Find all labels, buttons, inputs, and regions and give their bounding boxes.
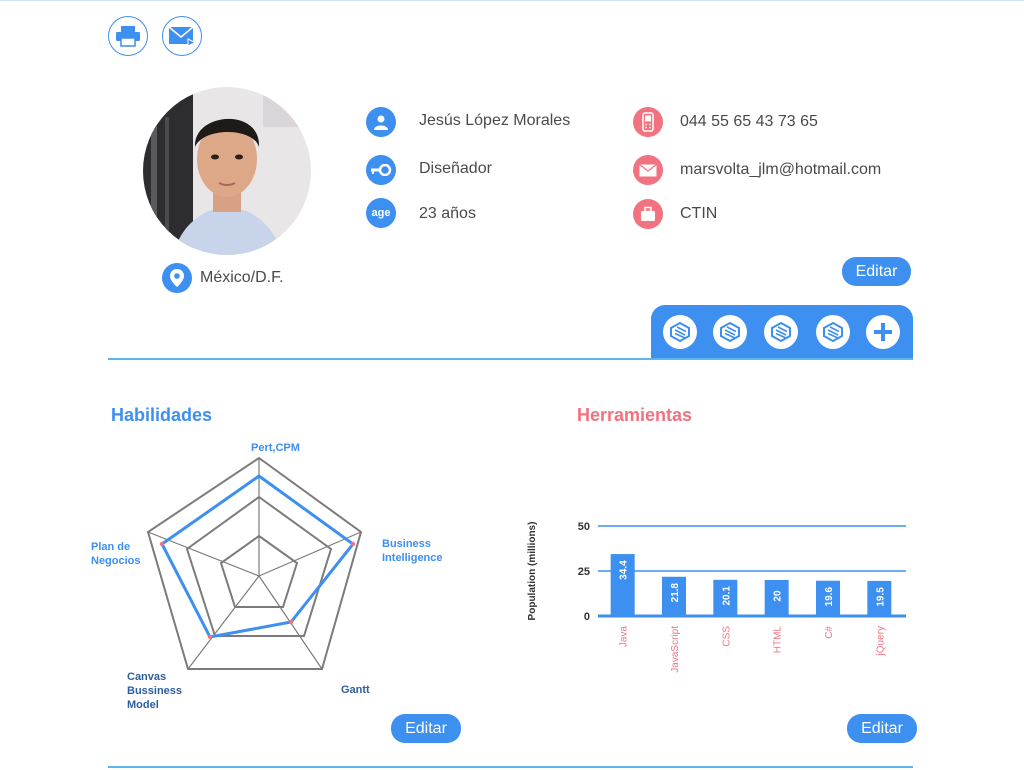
top-border xyxy=(0,0,1024,1)
plus-icon xyxy=(874,323,892,341)
y-tick-label: 50 xyxy=(578,521,590,533)
key-icon xyxy=(366,155,396,185)
print-button[interactable] xyxy=(108,16,148,56)
layers-icon xyxy=(771,321,791,343)
y-tick-label: 0 xyxy=(584,611,590,623)
layers-icon xyxy=(823,321,843,343)
bar-value-label: 19.5 xyxy=(875,587,886,607)
bar-value-label: 34.4 xyxy=(619,560,630,580)
category-label: Java xyxy=(619,626,630,648)
profile-avatar xyxy=(143,87,311,255)
add-tool-button[interactable] xyxy=(866,315,900,349)
bottom-divider xyxy=(108,766,913,768)
layers-icon xyxy=(670,321,690,343)
category-label: JavaScript xyxy=(670,626,681,673)
radar-label-pert: Pert,CPM xyxy=(251,442,300,454)
radar-label-plan-1: Plan de xyxy=(91,541,131,553)
category-label: C# xyxy=(824,626,835,639)
bar-value-label: 20.1 xyxy=(721,586,732,606)
y-axis-label: Population (millions) xyxy=(527,522,538,621)
briefcase-icon xyxy=(633,199,663,229)
profile-name: Jesús López Morales xyxy=(419,112,571,129)
category-label: jQuery xyxy=(875,626,886,656)
category-label: CSS xyxy=(721,626,732,647)
user-icon xyxy=(366,107,396,137)
herramientas-title: Herramientas xyxy=(577,405,693,425)
tools-tray xyxy=(651,305,913,359)
profile-company: CTIN xyxy=(680,205,718,222)
tools-bar-chart: 0 25 50 Population (millions) 34.4 Java 21.8 Ja… xyxy=(527,521,906,673)
layers-icon xyxy=(720,321,740,343)
email-icon xyxy=(633,155,663,185)
tool-button-4[interactable] xyxy=(816,315,850,349)
radar-label-plan-2: Negocios xyxy=(91,555,141,567)
radar-label-canvas-1: Canvas xyxy=(127,671,167,683)
radar-label-gantt: Gantt xyxy=(341,684,370,696)
edit-habilidades-button[interactable]: Editar xyxy=(391,714,461,743)
profile-phone: 044 55 65 43 73 65 xyxy=(680,113,818,130)
section-divider xyxy=(108,358,913,360)
phone-icon xyxy=(633,107,663,137)
age-badge-icon: age xyxy=(366,198,396,228)
tool-button-3[interactable] xyxy=(764,315,798,349)
profile-role: Diseñador xyxy=(419,160,492,177)
radar-label-bi-1: Business xyxy=(382,538,431,550)
skills-radar-chart xyxy=(146,456,363,670)
edit-herramientas-button[interactable]: Editar xyxy=(847,714,917,743)
location-icon xyxy=(162,263,192,293)
mail-forward-icon xyxy=(168,26,196,47)
mail-button[interactable] xyxy=(162,16,202,56)
y-tick-label: 25 xyxy=(578,566,590,578)
printer-icon xyxy=(116,26,140,47)
location-text: México/D.F. xyxy=(200,269,284,286)
bar-value-label: 20 xyxy=(773,590,784,602)
edit-profile-button[interactable]: Editar xyxy=(842,257,911,286)
bar-value-label: 19.6 xyxy=(824,587,835,607)
profile-age: 23 años xyxy=(419,205,476,222)
radar-label-canvas-2: Bussiness xyxy=(127,685,183,697)
profile-email: marsvolta_jlm@hotmail.com xyxy=(680,161,882,178)
radar-label-canvas-3: Model xyxy=(127,699,159,711)
habilidades-title: Habilidades xyxy=(111,405,213,425)
tool-button-1[interactable] xyxy=(663,315,697,349)
radar-label-bi-2: Intelligence xyxy=(382,552,443,564)
category-label: HTML xyxy=(773,626,784,654)
bar-value-label: 21.8 xyxy=(670,583,681,603)
tool-button-2[interactable] xyxy=(713,315,747,349)
